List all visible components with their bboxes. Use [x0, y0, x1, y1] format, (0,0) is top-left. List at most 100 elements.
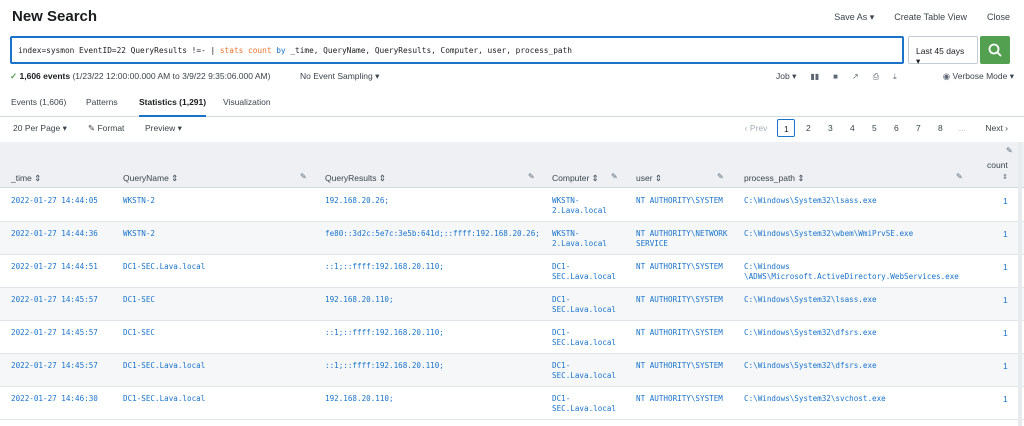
column-header-count[interactable]: count — [987, 160, 1008, 170]
cell-computer[interactable]: DC1-SEC.Lava.local — [552, 394, 622, 414]
cell-time[interactable]: 2022-01-27 14:44:36 — [11, 229, 98, 239]
stop-icon[interactable]: ■ — [833, 72, 838, 81]
cell-user[interactable]: NT AUTHORITY\SYSTEM — [636, 361, 728, 371]
cell-user[interactable]: NT AUTHORITY\SYSTEM — [636, 394, 728, 404]
cell-process-path[interactable]: C:\Windows \ADWS\Microsoft.ActiveDirecto… — [744, 262, 964, 282]
cell-computer[interactable]: DC1-SEC.Lava.local — [552, 295, 622, 315]
pencil-icon[interactable]: ✎ — [300, 172, 307, 181]
cell-time[interactable]: 2022-01-27 14:44:51 — [11, 262, 98, 272]
page-button-1[interactable]: 1 — [777, 119, 796, 137]
tab-visualization[interactable]: Visualization — [223, 97, 271, 115]
column-header-user[interactable]: user ⇕ — [636, 173, 662, 184]
search-mode-dropdown[interactable]: ◉ Verbose Mode ▾ — [943, 71, 1014, 82]
pause-icon[interactable]: ▮▮ — [810, 72, 819, 81]
table-scrollbar[interactable] — [1018, 142, 1022, 426]
cell-queryresults[interactable]: ::1;::ffff:192.168.20.110; — [325, 262, 444, 272]
column-header-queryresults[interactable]: QueryResults ⇕ — [325, 173, 386, 184]
cell-queryresults[interactable]: ::1;::ffff:192.168.20.110; — [325, 361, 444, 371]
page-button-2[interactable]: 2 — [799, 119, 817, 137]
cell-time[interactable]: 2022-01-27 14:44:05 — [11, 196, 98, 206]
cell-computer[interactable]: WKSTN-2.Lava.local — [552, 196, 622, 216]
cell-queryname[interactable]: DC1-SEC.Lava.local — [123, 361, 205, 371]
create-table-view-button[interactable]: Create Table View — [894, 12, 967, 23]
next-page-button[interactable]: Next › — [975, 119, 1012, 137]
pagination: ‹ Prev 1 2 3 4 5 6 7 8 ... Next › — [739, 119, 1012, 137]
cell-count[interactable]: 1 — [1003, 196, 1008, 206]
per-page-dropdown[interactable]: 20 Per Page ▾ — [13, 123, 67, 134]
cell-count[interactable]: 1 — [1003, 295, 1008, 305]
pencil-icon[interactable]: ✎ — [717, 172, 724, 181]
cell-process-path[interactable]: C:\Windows\System32\lsass.exe — [744, 295, 964, 305]
event-sampling-dropdown[interactable]: No Event Sampling ▾ — [300, 71, 379, 82]
cell-queryresults[interactable]: 192.168.20.110; — [325, 295, 394, 305]
cell-queryname[interactable]: DC1-SEC — [123, 328, 155, 338]
sort-icon[interactable]: ⇕ — [1002, 173, 1008, 181]
cell-process-path[interactable]: C:\Windows\System32\dfsrs.exe — [744, 361, 964, 371]
cell-computer[interactable]: DC1-SEC.Lava.local — [552, 328, 622, 348]
pencil-icon[interactable]: ✎ — [1006, 146, 1013, 155]
time-range-picker[interactable]: Last 45 days ▾ — [908, 36, 978, 66]
cell-process-path[interactable]: C:\Windows\System32\wbem\WmiPrvSE.exe — [744, 229, 964, 239]
page-button-4[interactable]: 4 — [843, 119, 861, 137]
cell-user[interactable]: NT AUTHORITY\SYSTEM — [636, 196, 728, 206]
cell-count[interactable]: 1 — [1003, 262, 1008, 272]
cell-process-path[interactable]: C:\Windows\System32\lsass.exe — [744, 196, 964, 206]
page-button-6[interactable]: 6 — [887, 119, 905, 137]
cell-count[interactable]: 1 — [1003, 361, 1008, 371]
search-input[interactable]: index=sysmon EventID=22 QueryResults !=-… — [10, 36, 904, 64]
column-header-computer[interactable]: Computer ⇕ — [552, 173, 599, 184]
column-header-time[interactable]: _time ⇕ — [11, 173, 41, 184]
share-icon[interactable]: ↗ — [852, 72, 859, 81]
cell-time[interactable]: 2022-01-27 14:45:57 — [11, 361, 98, 371]
page-button-5[interactable]: 5 — [865, 119, 883, 137]
download-icon[interactable]: ⤓ — [893, 72, 897, 82]
page-button-7[interactable]: 7 — [909, 119, 927, 137]
job-menu[interactable]: Job ▾ — [776, 71, 796, 82]
cell-queryname[interactable]: WKSTN-2 — [123, 196, 155, 206]
header-actions: Save As ▾ Create Table View Close — [834, 12, 1010, 23]
tab-patterns[interactable]: Patterns — [86, 97, 118, 115]
cell-queryname[interactable]: DC1-SEC.Lava.local — [123, 262, 205, 272]
cell-count[interactable]: 1 — [1003, 328, 1008, 338]
search-button[interactable] — [980, 36, 1010, 64]
print-icon[interactable]: ⎙ — [873, 72, 879, 82]
table-header: _time ⇕ QueryName ⇕ ✎ QueryResults ⇕ ✎ C… — [0, 142, 1024, 188]
prev-page-button[interactable]: ‹ Prev — [739, 119, 774, 137]
cell-queryresults[interactable]: 192.168.20.26; — [325, 196, 389, 206]
job-controls: Job ▾ ▮▮ ■ ↗ ⎙ ⤓ — [776, 71, 897, 82]
column-header-queryname[interactable]: QueryName ⇕ — [123, 173, 178, 184]
save-as-button[interactable]: Save As ▾ — [834, 12, 874, 23]
cell-queryresults[interactable]: fe80::3d2c:5e7c:3e5b:641d;::ffff:192.168… — [325, 229, 540, 239]
cell-process-path[interactable]: C:\Windows\System32\svchost.exe — [744, 394, 964, 404]
cell-user[interactable]: NT AUTHORITY\SYSTEM — [636, 328, 728, 338]
cell-user[interactable]: NT AUTHORITY\SYSTEM — [636, 262, 728, 272]
cell-queryresults[interactable]: ::1;::ffff:192.168.20.110; — [325, 328, 444, 338]
cell-time[interactable]: 2022-01-27 14:46:30 — [11, 394, 98, 404]
cell-queryname[interactable]: WKSTN-2 — [123, 229, 155, 239]
cell-count[interactable]: 1 — [1003, 229, 1008, 239]
cell-user[interactable]: NT AUTHORITY\NETWORK SERVICE — [636, 229, 728, 249]
cell-queryname[interactable]: DC1-SEC.Lava.local — [123, 394, 205, 404]
pencil-icon[interactable]: ✎ — [611, 172, 618, 181]
cell-queryname[interactable]: DC1-SEC — [123, 295, 155, 305]
tab-statistics[interactable]: Statistics (1,291) — [139, 97, 207, 117]
cell-time[interactable]: 2022-01-27 14:45:57 — [11, 295, 98, 305]
cell-computer[interactable]: DC1-SEC.Lava.local — [552, 361, 622, 381]
pencil-icon[interactable]: ✎ — [956, 172, 963, 181]
tab-events[interactable]: Events (1,606) — [11, 97, 66, 115]
cell-user[interactable]: NT AUTHORITY\SYSTEM — [636, 295, 728, 305]
cell-process-path[interactable]: C:\Windows\System32\dfsrs.exe — [744, 328, 964, 338]
cell-queryresults[interactable]: 192.168.20.110; — [325, 394, 394, 404]
cell-time[interactable]: 2022-01-27 14:45:57 — [11, 328, 98, 338]
cell-computer[interactable]: WKSTN-2.Lava.local — [552, 229, 622, 249]
close-button[interactable]: Close — [987, 12, 1010, 23]
pencil-icon[interactable]: ✎ — [528, 172, 535, 181]
cell-count[interactable]: 1 — [1003, 394, 1008, 404]
page-button-3[interactable]: 3 — [821, 119, 839, 137]
column-header-process-path[interactable]: process_path ⇕ — [744, 173, 805, 184]
format-button[interactable]: ✎ Format — [88, 123, 124, 134]
cell-computer[interactable]: DC1-SEC.Lava.local — [552, 262, 622, 282]
preview-dropdown[interactable]: Preview ▾ — [145, 123, 182, 134]
page-button-8[interactable]: 8 — [931, 119, 949, 137]
mode-icon: ◉ — [942, 71, 953, 81]
